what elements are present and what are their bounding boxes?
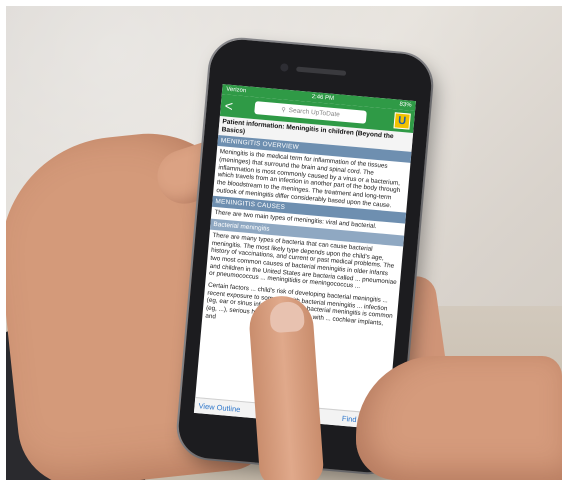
search-placeholder: Search UpToDate xyxy=(288,107,341,119)
search-icon: ⚲ xyxy=(280,107,286,114)
photo: Verizon 2:46 PM 83% < ⚲ Search UpToDate … xyxy=(6,6,562,480)
uptodate-logo-icon[interactable]: U xyxy=(393,112,411,130)
back-chevron-icon[interactable]: < xyxy=(224,97,234,114)
time-label: 2:46 PM xyxy=(311,93,335,102)
front-camera-icon xyxy=(280,63,289,72)
view-outline-button[interactable]: View Outline xyxy=(198,401,241,414)
earpiece-speaker xyxy=(296,66,347,76)
right-hand xyxy=(356,356,562,480)
search-input[interactable]: ⚲ Search UpToDate xyxy=(254,101,367,124)
battery-label: 83% xyxy=(399,101,412,109)
carrier-label: Verizon xyxy=(225,86,247,95)
